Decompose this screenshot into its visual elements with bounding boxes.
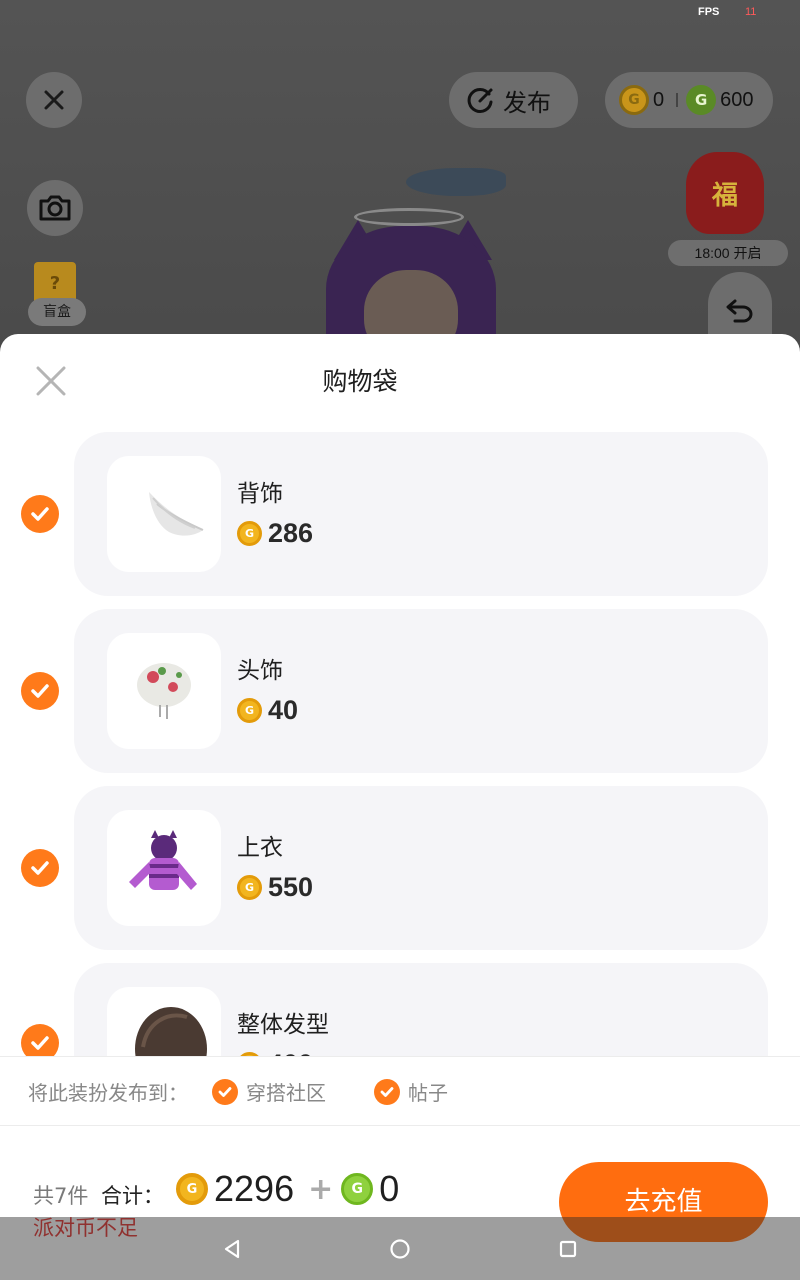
avatar-preview <box>326 160 506 360</box>
game-scene: FPS 11 发布 G 0 G 600 ? 盲盒 福 18:00 开启 <box>0 0 800 360</box>
back-triangle-icon <box>224 1239 240 1259</box>
item-name: 头饰 <box>237 658 283 684</box>
nav-back-button[interactable] <box>216 1233 248 1265</box>
party-coin-balance: 0 <box>653 88 665 111</box>
fps-label: FPS <box>698 6 720 18</box>
item-price: G 550 <box>237 872 313 903</box>
publish-option-community[interactable]: 穿搭社区 <box>212 1077 326 1106</box>
item-card[interactable]: 背饰 G 286 <box>74 432 768 596</box>
camera-icon <box>39 195 71 221</box>
sheet-title: 购物袋 <box>322 367 398 396</box>
total-label: 合计： <box>101 1184 164 1208</box>
check-icon <box>31 861 49 875</box>
publish-to-label: 将此装扮发布到： <box>28 1081 188 1105</box>
fps-value: 11 <box>745 6 757 18</box>
party-coin-icon: G <box>237 521 262 546</box>
publish-option-post[interactable]: 帖子 <box>374 1077 448 1106</box>
item-price-value: 400 <box>268 1049 313 1056</box>
nav-home-button[interactable] <box>384 1233 416 1265</box>
publish-option-label: 帖子 <box>408 1081 448 1105</box>
fortune-bag-icon: 福 <box>686 152 764 234</box>
publish-label: 发布 <box>503 88 551 117</box>
event-time: 18:00 开启 <box>668 240 788 266</box>
check-icon <box>31 684 49 698</box>
check-icon <box>31 1036 49 1050</box>
system-nav-bar <box>0 1217 800 1280</box>
item-thumbnail <box>107 456 221 572</box>
item-checkbox[interactable] <box>21 495 59 533</box>
check-icon <box>374 1078 400 1105</box>
item-price: G 40 <box>237 695 298 726</box>
item-checkbox[interactable] <box>21 672 59 710</box>
gold-total: 2296 <box>214 1168 295 1209</box>
item-checkbox[interactable] <box>21 849 59 887</box>
blindbox-button[interactable]: ? 盲盒 <box>28 262 86 326</box>
item-name: 整体发型 <box>237 1012 329 1038</box>
check-icon <box>31 507 49 521</box>
fu-event-button[interactable]: 福 18:00 开启 <box>668 152 788 266</box>
camera-button[interactable] <box>27 180 83 236</box>
shark-pet <box>406 168 506 196</box>
green-coin-icon: G <box>686 85 717 115</box>
blindbox-label: 盲盒 <box>28 298 86 326</box>
item-thumbnail <box>107 633 221 749</box>
publish-icon <box>467 87 493 113</box>
publish-option-label: 穿搭社区 <box>246 1081 326 1105</box>
cart-item: 头饰 G 40 <box>0 609 800 773</box>
hoodie-image <box>129 830 197 890</box>
recents-square-icon <box>559 1240 577 1258</box>
item-card[interactable]: 上衣 G 550 <box>74 786 768 950</box>
party-coin-icon: G <box>237 698 262 723</box>
publish-options-bar: 将此装扮发布到： 穿搭社区 帖子 <box>0 1056 800 1126</box>
cart-item: 上衣 G 550 <box>0 786 800 950</box>
green-coin-icon: G <box>341 1173 374 1205</box>
party-coin-icon: G <box>176 1173 208 1205</box>
close-icon <box>44 90 64 110</box>
plus-sign: + <box>308 1171 334 1207</box>
green-total: 0 <box>379 1168 400 1209</box>
item-price: G 400 <box>237 1049 313 1056</box>
item-thumbnail <box>107 987 221 1056</box>
item-price-value: 550 <box>268 872 314 902</box>
item-price-value: 286 <box>268 518 314 548</box>
cart-item: 整体发型 G 400 <box>0 963 800 1056</box>
nav-recents-button[interactable] <box>552 1233 584 1265</box>
shopping-bag-sheet: 购物袋 背饰 G 286 头饰 G 40 上衣 G 550 整体发型 将此装扮发… <box>0 334 800 1280</box>
cart-item: 背饰 G 286 <box>0 432 800 596</box>
undo-icon <box>726 299 753 323</box>
beret-image <box>137 663 191 719</box>
wing-image <box>149 492 204 536</box>
total-amount: G 2296 + G 0 <box>176 1168 405 1210</box>
item-card[interactable]: 头饰 G 40 <box>74 609 768 773</box>
item-checkbox[interactable] <box>21 1024 59 1056</box>
item-thumbnail <box>107 810 221 926</box>
item-name: 上衣 <box>237 835 283 861</box>
item-count: 共7件 <box>33 1184 89 1208</box>
item-price: G 286 <box>237 518 313 549</box>
home-circle-icon <box>390 1239 410 1259</box>
item-card[interactable]: 整体发型 G 400 <box>74 963 768 1056</box>
publish-button[interactable]: 发布 <box>449 72 578 128</box>
green-coin-balance: 600 <box>720 88 754 111</box>
party-coin-icon: G <box>237 875 262 900</box>
item-name: 背饰 <box>237 481 283 507</box>
hairstyle-image <box>135 1007 207 1056</box>
check-icon <box>212 1078 238 1105</box>
item-price-value: 40 <box>268 695 299 725</box>
party-coin-icon: G <box>619 85 649 115</box>
divider <box>676 93 679 107</box>
currency-balance[interactable]: G 0 G 600 <box>605 72 773 128</box>
cart-item-list[interactable]: 背饰 G 286 头饰 G 40 上衣 G 550 整体发型 <box>0 432 800 1056</box>
close-scene-button[interactable] <box>26 72 82 128</box>
